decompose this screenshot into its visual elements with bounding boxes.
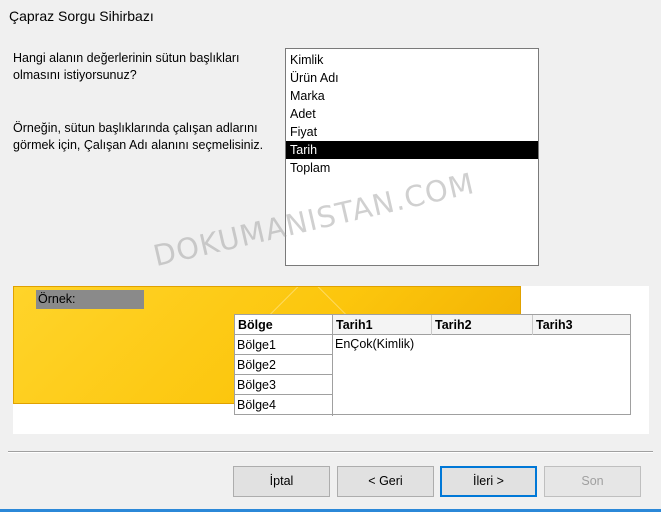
list-item[interactable]: Toplam — [286, 159, 538, 177]
row-header-cell: Bölge3 — [235, 375, 332, 395]
list-item[interactable]: Fiyat — [286, 123, 538, 141]
list-item[interactable]: Kimlik — [286, 51, 538, 69]
column-header: Tarih2 — [432, 315, 533, 335]
sample-grid: Tarih1 Tarih2 Tarih3 Bölge Bölge1 Bölge2… — [234, 314, 631, 416]
next-button[interactable]: İleri > — [440, 466, 537, 497]
finish-button[interactable]: Son — [544, 466, 641, 497]
value-cell: EnÇok(Kimlik) — [335, 337, 415, 351]
column-header: Tarih1 — [333, 315, 432, 335]
dialog-title: Çapraz Sorgu Sihirbazı — [9, 8, 154, 24]
row-header-title: Bölge — [235, 315, 332, 335]
hint-text: Örneğin, sütun başlıklarında çalışan adl… — [13, 121, 264, 152]
cancel-button[interactable]: İptal — [233, 466, 330, 497]
sample-area: Örnek: Tarih1 Tarih2 Tarih3 Bölge Bölge1… — [13, 286, 649, 434]
row-header-cell: Bölge4 — [235, 395, 332, 415]
separator — [8, 451, 653, 453]
question-text: Hangi alanın değerlerinin sütun başlıkla… — [13, 51, 240, 82]
column-headers: Tarih1 Tarih2 Tarih3 — [333, 315, 630, 335]
list-item[interactable]: Ürün Adı — [286, 69, 538, 87]
row-header-cell: Bölge2 — [235, 355, 332, 375]
row-headers: Bölge Bölge1 Bölge2 Bölge3 Bölge4 — [235, 315, 333, 416]
back-button[interactable]: < Geri — [337, 466, 434, 497]
list-item[interactable]: Marka — [286, 87, 538, 105]
sample-label: Örnek: — [36, 290, 144, 309]
list-item-selected[interactable]: Tarih — [286, 141, 538, 159]
row-header-cell: Bölge1 — [235, 335, 332, 355]
column-header: Tarih3 — [536, 318, 573, 332]
list-item[interactable]: Adet — [286, 105, 538, 123]
